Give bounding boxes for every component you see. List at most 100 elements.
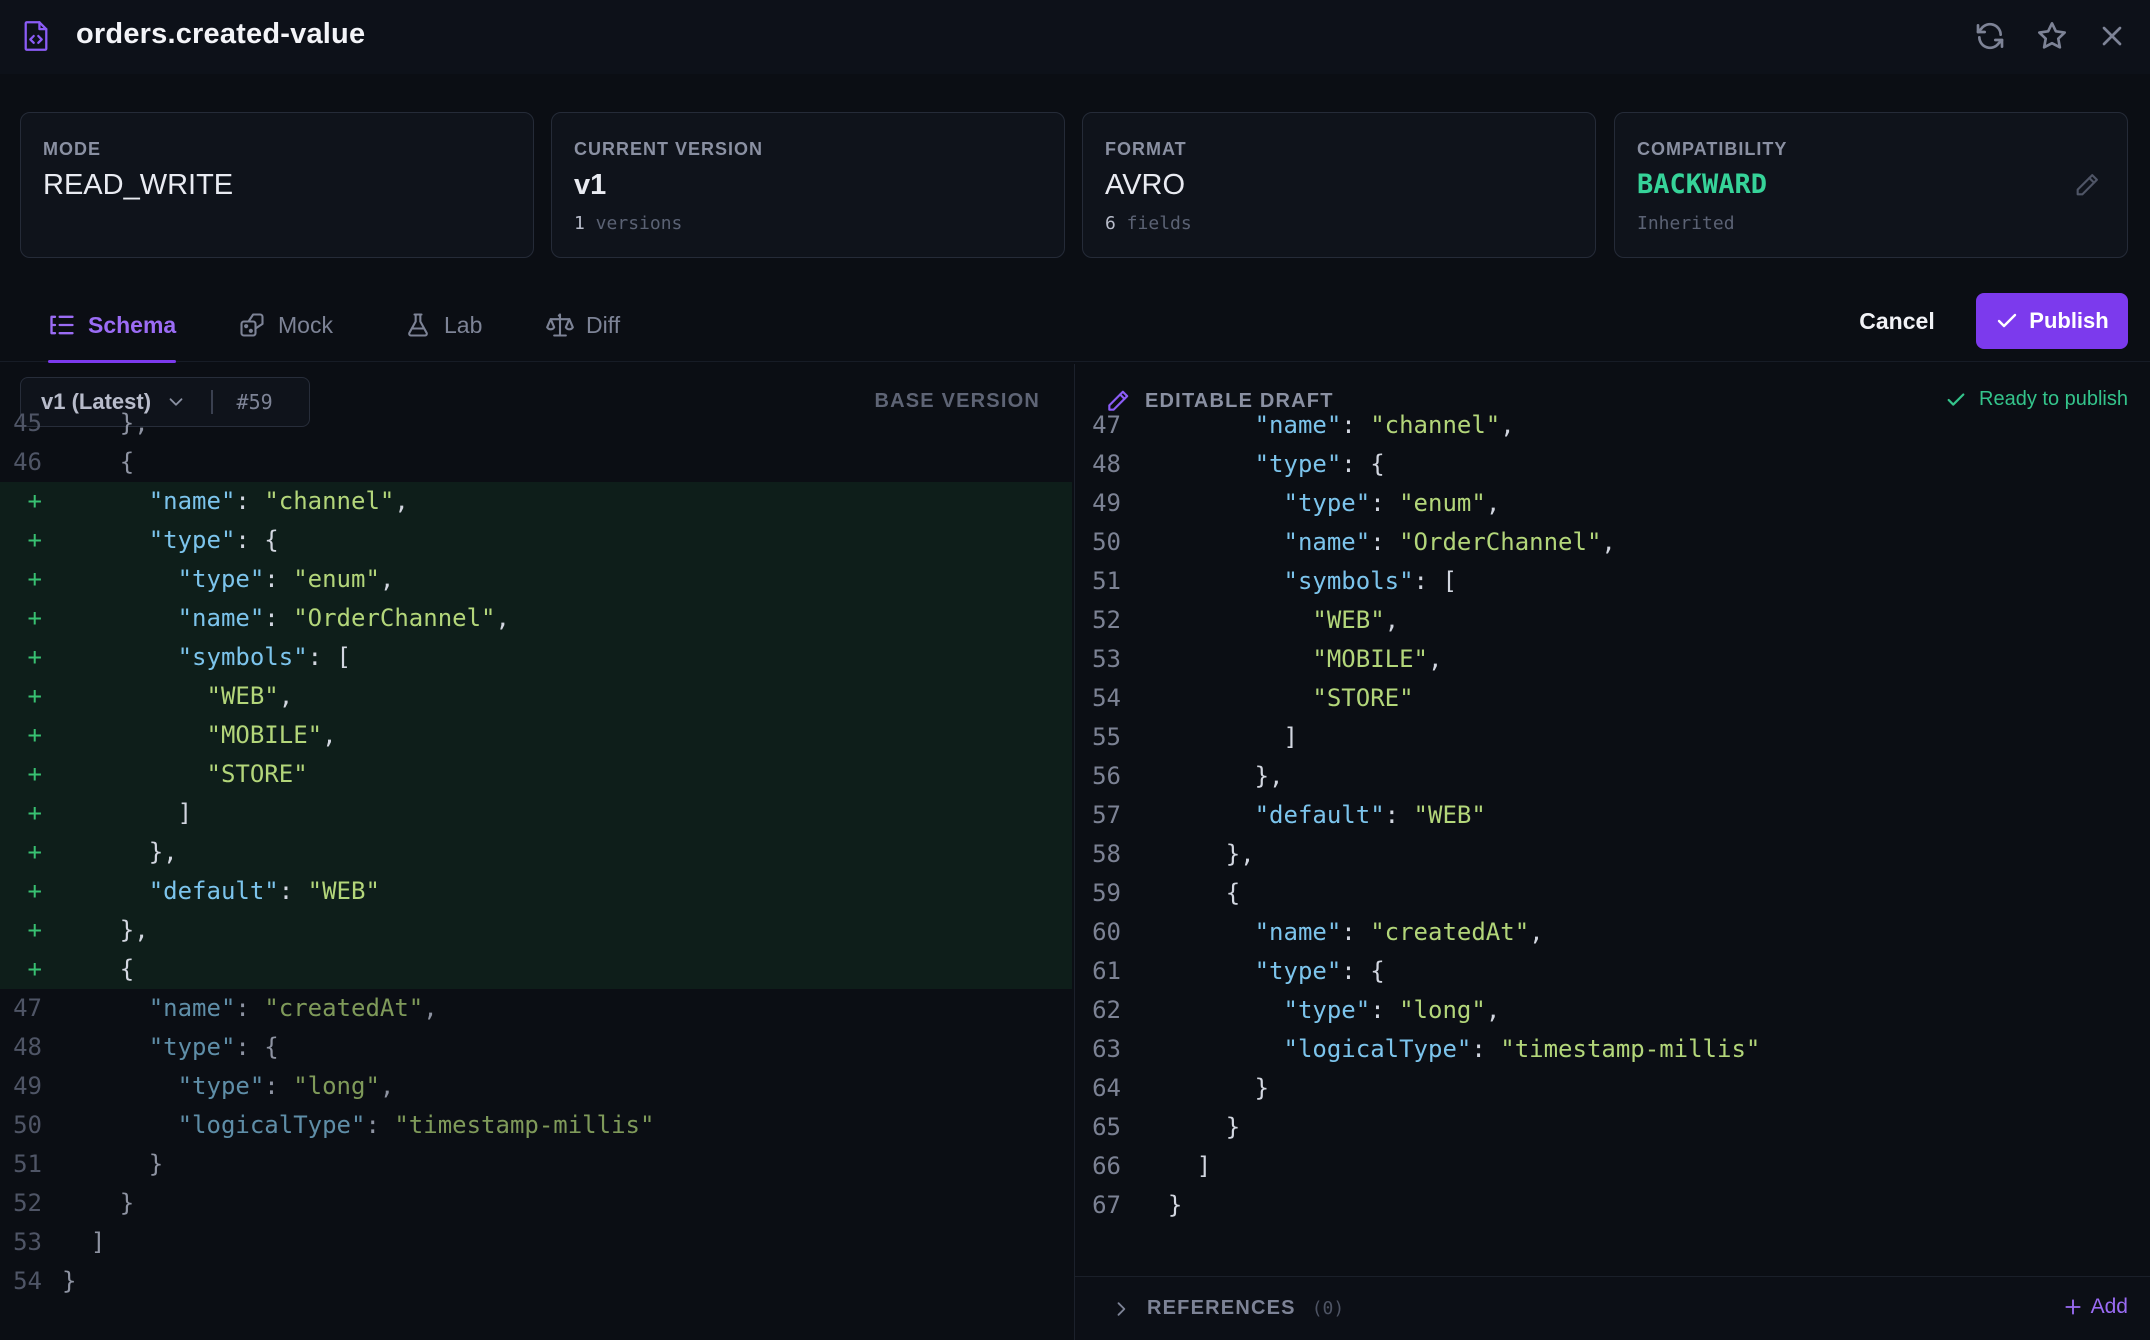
code-line: 51 "symbols": [ xyxy=(1075,562,2150,601)
added-code-line: + "MOBILE", xyxy=(0,716,1072,755)
line-number: 48 xyxy=(13,1033,42,1061)
dialog-header: orders.created-value xyxy=(0,0,2150,74)
pencil-icon[interactable] xyxy=(2073,171,2101,199)
current-version-card: CURRENT VERSION v1 1 versions xyxy=(551,112,1065,258)
compatibility-source: Inherited xyxy=(1637,213,1735,234)
line-number: + xyxy=(27,838,42,866)
added-code-line: + }, xyxy=(0,911,1072,950)
code-text: "symbols": [ xyxy=(177,643,351,671)
current-version-value: v1 xyxy=(574,169,607,201)
code-text: "logicalType": "timestamp-millis" xyxy=(177,1111,655,1139)
line-number: 65 xyxy=(1092,1113,1121,1141)
added-code-line: + "STORE" xyxy=(0,755,1072,794)
code-line: 49 "type": "enum", xyxy=(1075,484,2150,523)
code-text: { xyxy=(1139,879,1241,907)
code-line: 56 }, xyxy=(1075,757,2150,796)
flask-icon xyxy=(408,313,428,337)
code-line: 52 } xyxy=(0,1184,1072,1223)
code-text: "name": "channel", xyxy=(1254,411,1515,439)
line-number: + xyxy=(27,565,42,593)
code-text: "STORE" xyxy=(1312,684,1414,712)
tab-bar: Schema Mock Lab Diff xyxy=(0,288,2150,363)
added-code-line: + }, xyxy=(0,833,1072,872)
code-text: { xyxy=(62,955,135,983)
line-number: 62 xyxy=(1092,996,1121,1024)
added-code-line: + "name": "channel", xyxy=(0,482,1072,521)
code-text: { xyxy=(62,448,135,476)
line-number: 63 xyxy=(1092,1035,1121,1063)
code-text: } xyxy=(1139,1191,1183,1219)
refresh-icon[interactable] xyxy=(1974,20,2006,52)
code-text: "type": "long", xyxy=(177,1072,395,1100)
code-line: 49 "type": "long", xyxy=(0,1067,1072,1106)
code-line: 59 { xyxy=(1075,874,2150,913)
added-code-line: + "type": { xyxy=(0,521,1072,560)
mode-label: MODE xyxy=(43,139,101,159)
tab-mock[interactable]: Mock xyxy=(238,288,333,362)
line-number: + xyxy=(27,643,42,671)
line-number: 49 xyxy=(13,1072,42,1100)
line-number: 59 xyxy=(1092,879,1121,907)
code-line: 47 "name": "createdAt", xyxy=(0,989,1072,1028)
tab-lab[interactable]: Lab xyxy=(404,288,482,362)
references-section: REFERENCES (0) Add xyxy=(1075,1276,2150,1340)
code-line: 66 ] xyxy=(1075,1147,2150,1186)
line-number: 45 xyxy=(13,409,42,437)
added-code-line: + "WEB", xyxy=(0,677,1072,716)
star-icon[interactable] xyxy=(2036,20,2068,52)
add-reference-button[interactable]: Add xyxy=(2063,1295,2128,1319)
line-number: + xyxy=(27,721,42,749)
added-code-line: + "name": "OrderChannel", xyxy=(0,599,1072,638)
cancel-button[interactable]: Cancel xyxy=(1845,296,1949,346)
check-icon xyxy=(1998,313,2017,328)
code-line: 58 }, xyxy=(1075,835,2150,874)
added-code-line: + "symbols": [ xyxy=(0,638,1072,677)
code-text: } xyxy=(1139,1074,1270,1102)
line-number: 47 xyxy=(13,994,42,1022)
code-line: 46 { xyxy=(0,443,1072,482)
code-text: "name": "createdAt", xyxy=(1254,918,1544,946)
code-text: } xyxy=(62,1189,135,1217)
list-tree-icon xyxy=(50,315,74,335)
code-line: 51 } xyxy=(0,1145,1072,1184)
added-code-line: + ] xyxy=(0,794,1072,833)
line-number: 56 xyxy=(1092,762,1121,790)
field-count: 6 fields xyxy=(1105,213,1192,234)
code-text: "type": "enum", xyxy=(177,565,395,593)
added-code-line: + "type": "enum", xyxy=(0,560,1072,599)
close-icon[interactable] xyxy=(2096,20,2128,52)
code-text: ] xyxy=(1139,1152,1212,1180)
code-line: 61 "type": { xyxy=(1075,952,2150,991)
line-number: + xyxy=(27,682,42,710)
compatibility-card: COMPATIBILITY BACKWARD Inherited xyxy=(1614,112,2128,258)
code-text: "logicalType": "timestamp-millis" xyxy=(1283,1035,1761,1063)
line-number: 52 xyxy=(13,1189,42,1217)
line-number: + xyxy=(27,955,42,983)
added-code-line: + { xyxy=(0,950,1072,989)
scale-icon xyxy=(546,313,574,337)
code-line: 64 } xyxy=(1075,1069,2150,1108)
code-line: 57 "default": "WEB" xyxy=(1075,796,2150,835)
tab-schema[interactable]: Schema xyxy=(48,288,177,363)
line-number: 67 xyxy=(1092,1191,1121,1219)
code-line: 60 "name": "createdAt", xyxy=(1075,913,2150,952)
code-text: } xyxy=(62,1150,164,1178)
code-text: "default": "WEB" xyxy=(148,877,380,905)
page-title: orders.created-value xyxy=(76,18,366,50)
code-text: }, xyxy=(1139,762,1284,790)
line-number: 64 xyxy=(1092,1074,1121,1102)
line-number: 48 xyxy=(1092,450,1121,478)
references-toggle[interactable]: REFERENCES (0) xyxy=(1111,1297,1344,1320)
code-line: 48 "type": { xyxy=(0,1028,1072,1067)
compatibility-label: COMPATIBILITY xyxy=(1637,139,1788,159)
code-text: } xyxy=(62,1267,77,1295)
tab-diff[interactable]: Diff xyxy=(546,288,620,362)
line-number: 60 xyxy=(1092,918,1121,946)
code-line: 67 } xyxy=(1075,1186,2150,1225)
code-text: }, xyxy=(62,916,149,944)
line-number: + xyxy=(27,526,42,554)
code-text: ] xyxy=(1139,723,1298,751)
line-number: 50 xyxy=(13,1111,42,1139)
publish-button[interactable]: Publish xyxy=(1976,293,2128,349)
code-text: "type": { xyxy=(1254,450,1385,478)
